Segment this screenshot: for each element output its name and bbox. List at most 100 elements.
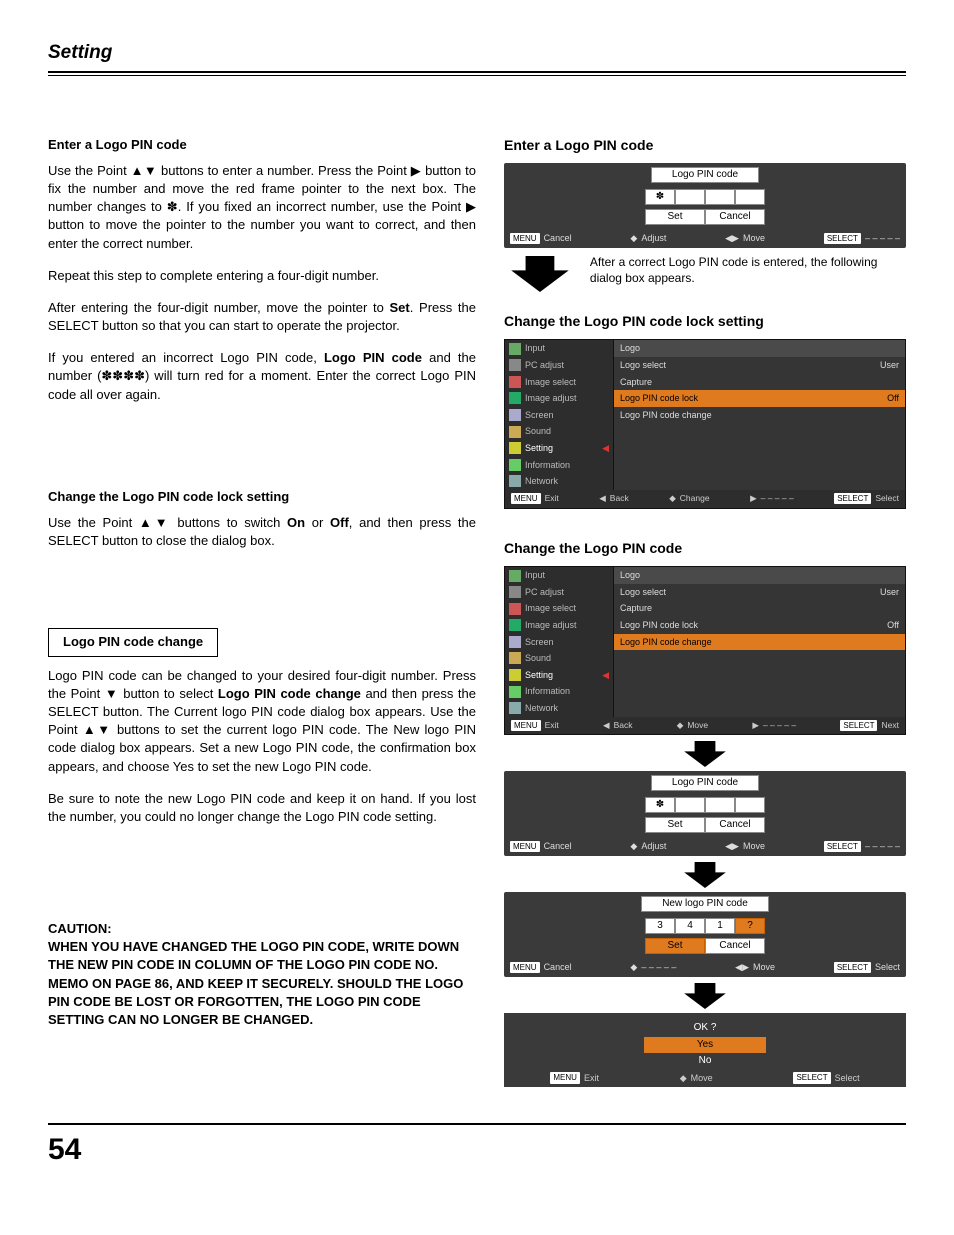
pin-cell-2[interactable] (675, 797, 705, 813)
foot-adjust: Adjust (641, 840, 666, 853)
left-p1a: Use the Point ▲▼ buttons to enter a numb… (48, 162, 476, 253)
down-arrow-icon (670, 983, 740, 1009)
new-pin-set-button[interactable]: Set (645, 938, 705, 954)
new-pin-cell-3[interactable]: 1 (705, 918, 735, 934)
bold-on: On (287, 515, 305, 530)
pin-cell-2[interactable] (675, 189, 705, 205)
pin-set-button[interactable]: Set (645, 209, 705, 225)
down-arrow-icon (670, 862, 740, 888)
sidebar-item-setting[interactable]: Setting◀ (505, 667, 613, 684)
new-pin-cancel-button[interactable]: Cancel (705, 938, 765, 954)
menu-row-capture[interactable]: Capture (614, 374, 905, 391)
sidebar-item-setting[interactable]: Setting◀ (505, 440, 613, 457)
foot-cancel: Cancel (544, 232, 572, 245)
sidebar-item-pcadjust[interactable]: PC adjust (505, 584, 613, 601)
pin-cell-1[interactable]: ✽ (645, 797, 675, 813)
foot-dash: – – – – – (641, 961, 676, 974)
tag-menu: MENU (510, 841, 540, 852)
pin-cancel-button[interactable]: Cancel (705, 817, 765, 833)
sidebar-item-pcadjust[interactable]: PC adjust (505, 357, 613, 374)
foot-move: Move (687, 720, 708, 732)
foot-back: Back (610, 493, 629, 505)
foot-dash: – – – – – (865, 232, 900, 245)
sidebar-item-imageadjust[interactable]: Image adjust (505, 390, 613, 407)
tag-menu: MENU (510, 962, 540, 973)
header-rule (48, 71, 906, 76)
bold-change: Logo PIN code change (218, 686, 361, 701)
foot-cancel: Cancel (544, 961, 572, 974)
txt: or (305, 515, 330, 530)
pin-dialog-title: Logo PIN code (651, 775, 759, 791)
sidebar-item-network[interactable]: Network (505, 473, 613, 490)
page-title: Setting (48, 40, 906, 67)
right-h3: Change the Logo PIN code (504, 539, 906, 559)
menu-sidebar: Input PC adjust Image select Image adjus… (505, 340, 614, 489)
foot-cancel: Cancel (544, 840, 572, 853)
pin-cell-3[interactable] (705, 189, 735, 205)
menu-row-logoselect[interactable]: Logo selectUser (614, 357, 905, 374)
pin-cell-3[interactable] (705, 797, 735, 813)
pin-cell-4[interactable] (735, 189, 765, 205)
menu-change: Input PC adjust Image select Image adjus… (504, 566, 906, 735)
foot-dash: – – – – – (763, 720, 796, 732)
right-h2: Change the Logo PIN code lock setting (504, 312, 906, 332)
menu-header: Logo (614, 340, 905, 357)
ok-dialog: OK ? Yes No MENU Exit ◆ Move SELECT Sele… (504, 1013, 906, 1088)
foot-move: Move (743, 232, 765, 245)
pin-set-button[interactable]: Set (645, 817, 705, 833)
caution-text: WHEN YOU HAVE CHANGED THE LOGO PIN CODE,… (48, 938, 476, 1029)
foot-move: Move (691, 1072, 713, 1085)
ok-no-button[interactable]: No (644, 1053, 766, 1069)
sidebar-item-imageselect[interactable]: Image select (505, 374, 613, 391)
tag-select: SELECT (793, 1072, 830, 1083)
sidebar-item-sound[interactable]: Sound (505, 423, 613, 440)
pin-dialog-2: Logo PIN code ✽ Set Cancel MENUCancel ◆ … (504, 771, 906, 856)
foot-exit: Exit (545, 720, 559, 732)
menu-row-logoselect[interactable]: Logo selectUser (614, 584, 905, 601)
pin-dialog: Logo PIN code ✽ Set Cancel MENUCancel ◆ … (504, 163, 906, 248)
left-p2: Use the Point ▲▼ buttons to switch On or… (48, 514, 476, 550)
menu-row-lock[interactable]: Logo PIN code lockOff (614, 617, 905, 634)
sidebar-item-input[interactable]: Input (505, 340, 613, 357)
sidebar-item-network[interactable]: Network (505, 700, 613, 717)
sidebar-item-information[interactable]: Information (505, 683, 613, 700)
sidebar-item-screen[interactable]: Screen (505, 634, 613, 651)
ok-yes-button[interactable]: Yes (644, 1037, 766, 1053)
menu-row-change[interactable]: Logo PIN code change (614, 634, 905, 651)
menu-row-change[interactable]: Logo PIN code change (614, 407, 905, 424)
left-column: Enter a Logo PIN code Use the Point ▲▼ b… (48, 136, 476, 1094)
left-p1d: If you entered an incorrect Logo PIN cod… (48, 349, 476, 404)
down-arrow-icon (504, 254, 576, 294)
foot-back: Back (614, 720, 633, 732)
bold-off: Off (330, 515, 349, 530)
pin-cell-4[interactable] (735, 797, 765, 813)
menu-lock: Input PC adjust Image select Image adjus… (504, 339, 906, 508)
new-pin-cell-2[interactable]: 4 (675, 918, 705, 934)
menu-row-capture[interactable]: Capture (614, 600, 905, 617)
annotation-text: After a correct Logo PIN code is entered… (590, 254, 906, 286)
sidebar-item-sound[interactable]: Sound (505, 650, 613, 667)
menu-row-lock[interactable]: Logo PIN code lockOff (614, 390, 905, 407)
sidebar-item-imageadjust[interactable]: Image adjust (505, 617, 613, 634)
new-pin-cell-4[interactable]: ? (735, 918, 765, 934)
foot-select: Select (875, 493, 899, 505)
sidebar-item-input[interactable]: Input (505, 567, 613, 584)
sidebar-item-information[interactable]: Information (505, 457, 613, 474)
pin-cancel-button[interactable]: Cancel (705, 209, 765, 225)
sidebar-item-screen[interactable]: Screen (505, 407, 613, 424)
txt: After entering the four-digit number, mo… (48, 300, 390, 315)
left-p3c: Be sure to note the new Logo PIN code an… (48, 790, 476, 826)
txt: If you entered an incorrect Logo PIN cod… (48, 350, 324, 365)
left-p3: Logo PIN code can be changed to your des… (48, 667, 476, 776)
new-pin-cell-1[interactable]: 3 (645, 918, 675, 934)
foot-adjust: Adjust (641, 232, 666, 245)
tag-menu: MENU (511, 493, 541, 504)
tag-select: SELECT (824, 233, 861, 244)
sidebar-item-imageselect[interactable]: Image select (505, 600, 613, 617)
left-p1b: Repeat this step to complete entering a … (48, 267, 476, 285)
tag-select: SELECT (834, 962, 871, 973)
pin-cell-1[interactable]: ✽ (645, 189, 675, 205)
page-number: 54 (48, 1123, 906, 1171)
left-h2: Change the Logo PIN code lock setting (48, 488, 476, 506)
new-pin-title: New logo PIN code (641, 896, 769, 912)
